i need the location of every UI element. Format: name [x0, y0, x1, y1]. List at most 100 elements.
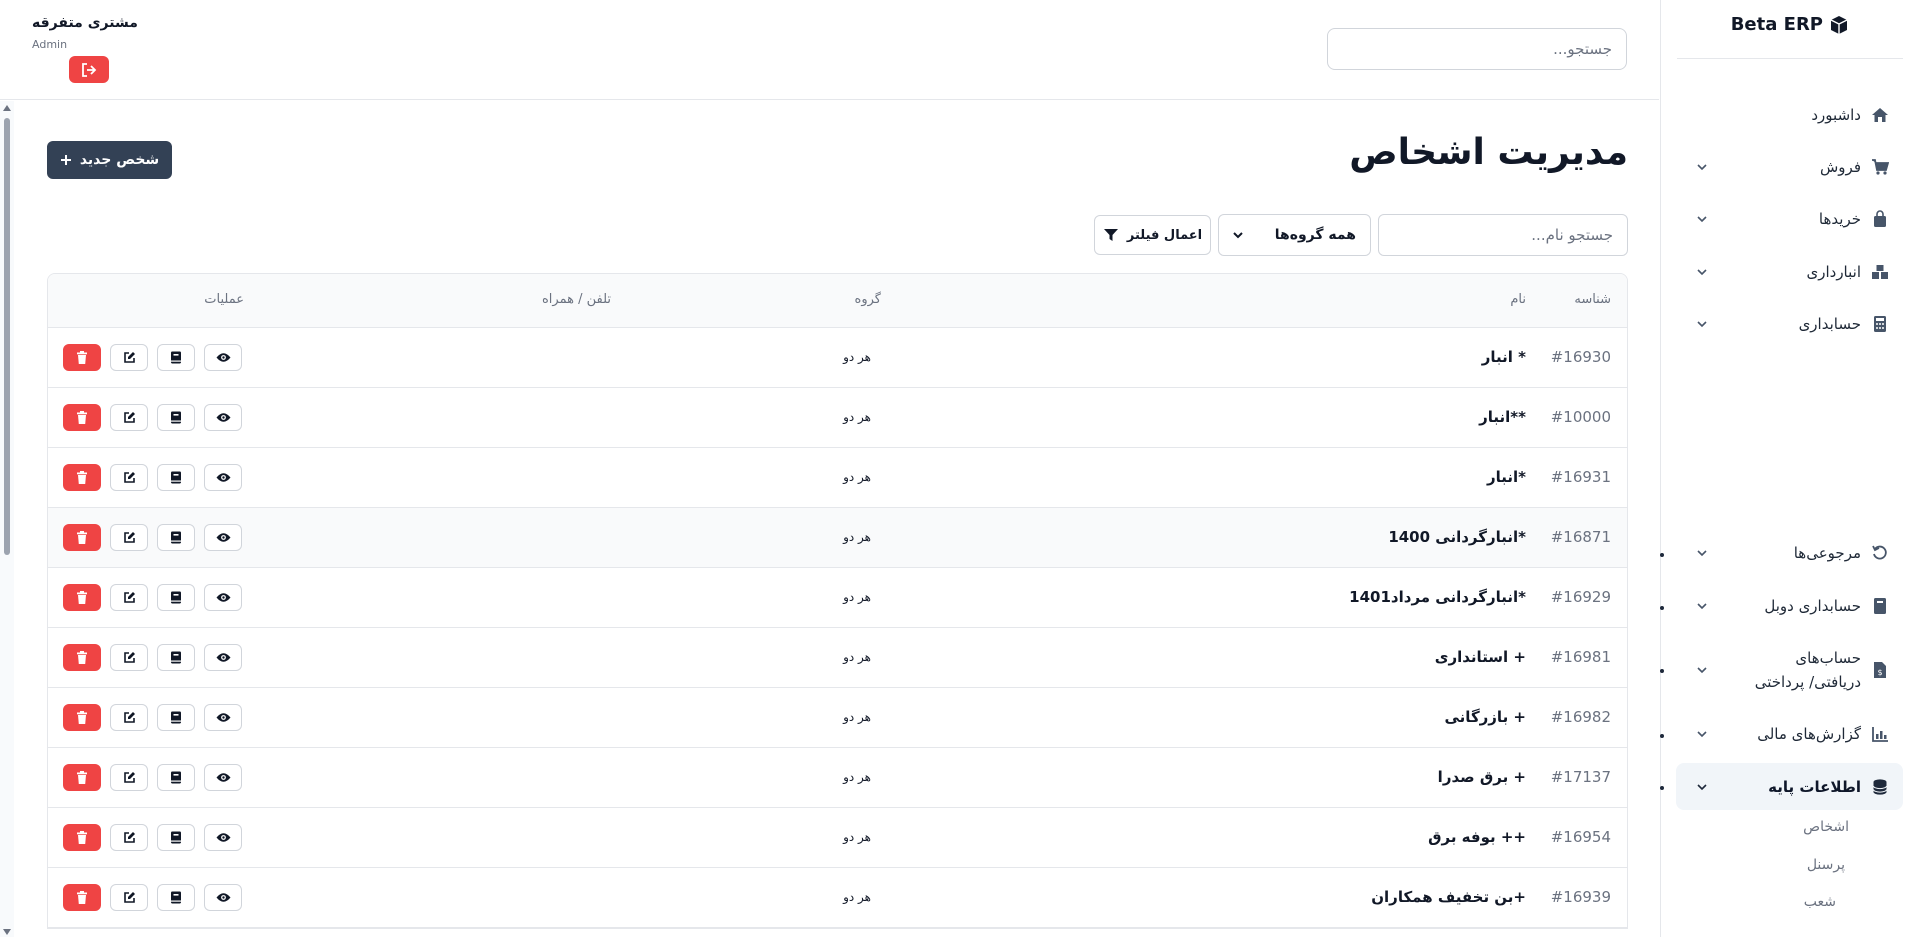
sidebar-item-receivables-payables[interactable]: $ حساب‌های دریافتی/ پرداختی [1676, 640, 1903, 700]
logout-button[interactable] [69, 56, 109, 83]
logout-icon [82, 62, 97, 77]
delete-button[interactable] [63, 884, 101, 911]
delete-button[interactable] [63, 464, 101, 491]
edit-button[interactable] [110, 584, 148, 611]
cell-name: + برق صدرا [1437, 768, 1526, 786]
ledger-button[interactable] [157, 344, 195, 371]
column-header-id[interactable]: شناسه [1574, 292, 1611, 307]
view-button[interactable] [204, 884, 242, 911]
table-row[interactable]: #16954 ++ بوفه برق هر دو [48, 808, 1627, 868]
scrollbar-thumb[interactable] [4, 118, 10, 555]
ledger-button[interactable] [157, 704, 195, 731]
table-row[interactable]: #16929 *انبارگردانی مرداد1401 هر دو [48, 568, 1627, 628]
table-row[interactable]: #16982 + بازرگانی هر دو [48, 688, 1627, 748]
cell-name: +بن تخفیف همکاران [1371, 888, 1526, 906]
scroll-down-arrow-icon[interactable] [3, 929, 11, 935]
view-button[interactable] [204, 524, 242, 551]
edit-button[interactable] [110, 884, 148, 911]
sidebar-item-double-entry[interactable]: حسابداری دوبل [1676, 584, 1903, 628]
delete-button[interactable] [63, 764, 101, 791]
delete-button[interactable] [63, 824, 101, 851]
edit-button[interactable] [110, 524, 148, 551]
view-button[interactable] [204, 644, 242, 671]
sidebar-subitem-personnel[interactable]: پرسنل [1807, 857, 1845, 873]
sidebar-subitem-persons[interactable]: اشخاص [1803, 819, 1849, 835]
column-header-phone[interactable]: تلفن / همراه [542, 292, 611, 307]
table-row[interactable]: #16931 *انبار هر دو [48, 448, 1627, 508]
sidebar-item-purchases[interactable]: خریدها [1676, 197, 1903, 241]
edit-button[interactable] [110, 464, 148, 491]
row-actions [63, 344, 242, 371]
table-row[interactable]: #10000 **انبار هر دو [48, 388, 1627, 448]
eye-icon [216, 653, 230, 662]
home-icon [1871, 106, 1889, 124]
vertical-scrollbar[interactable] [0, 101, 14, 937]
cell-group: هر دو [843, 590, 871, 604]
chevron-down-icon [1697, 731, 1707, 738]
ledger-button[interactable] [157, 884, 195, 911]
sidebar-item-warehouse[interactable]: انبارداری [1676, 250, 1903, 294]
brand-logo[interactable]: Beta ERP [1731, 14, 1849, 35]
ledger-button[interactable] [157, 824, 195, 851]
cube-icon [1830, 15, 1848, 34]
sidebar-item-dashboard[interactable]: داشبورد [1676, 93, 1903, 137]
apply-filter-button[interactable]: اعمال فیلتر [1094, 215, 1211, 255]
cart-icon [1871, 158, 1889, 176]
row-actions [63, 524, 242, 551]
delete-button[interactable] [63, 644, 101, 671]
view-button[interactable] [204, 584, 242, 611]
book-icon [171, 711, 181, 724]
sidebar-item-label: اطلاعات پایه [1768, 777, 1861, 796]
group-select[interactable]: همه گروه‌ها [1218, 214, 1371, 256]
table-row[interactable]: #16871 *انبارگردانی 1400 هر دو [48, 508, 1627, 568]
ledger-button[interactable] [157, 524, 195, 551]
delete-button[interactable] [63, 584, 101, 611]
ledger-button[interactable] [157, 764, 195, 791]
ledger-button[interactable] [157, 584, 195, 611]
cell-id: #16929 [1550, 588, 1611, 606]
edit-icon [123, 712, 135, 723]
cell-name: ++ بوفه برق [1428, 828, 1526, 846]
ledger-button[interactable] [157, 464, 195, 491]
edit-button[interactable] [110, 764, 148, 791]
view-button[interactable] [204, 464, 242, 491]
scroll-up-arrow-icon[interactable] [3, 105, 11, 111]
edit-button[interactable] [110, 344, 148, 371]
view-button[interactable] [204, 344, 242, 371]
table-row[interactable]: #16930 * انبار هر دو [48, 328, 1627, 388]
table-row[interactable]: #16981 + استانداری هر دو [48, 628, 1627, 688]
sidebar-item-financial-reports[interactable]: گزارش‌های مالی [1676, 712, 1903, 756]
column-header-group[interactable]: گروه [855, 292, 881, 307]
view-button[interactable] [204, 824, 242, 851]
table-row[interactable]: #16939 +بن تخفیف همکاران هر دو [48, 868, 1627, 928]
cell-name: * انبار [1481, 348, 1526, 366]
eye-icon [216, 533, 230, 542]
delete-button[interactable] [63, 344, 101, 371]
eye-icon [216, 353, 230, 362]
edit-button[interactable] [110, 644, 148, 671]
new-person-button[interactable]: شخص جدید [47, 141, 172, 179]
edit-button[interactable] [110, 404, 148, 431]
cell-id: #16939 [1550, 888, 1611, 906]
sidebar-item-returns[interactable]: مرجوعی‌ها [1676, 531, 1903, 575]
sidebar-item-accounting[interactable]: حسابداری [1676, 302, 1903, 346]
view-button[interactable] [204, 764, 242, 791]
table-row[interactable]: #17137 + برق صدرا هر دو [48, 748, 1627, 808]
name-search-input[interactable] [1378, 214, 1628, 256]
view-button[interactable] [204, 404, 242, 431]
sidebar-item-sales[interactable]: فروش [1676, 145, 1903, 189]
ledger-button[interactable] [157, 644, 195, 671]
delete-button[interactable] [63, 524, 101, 551]
cell-group: هر دو [843, 650, 871, 664]
delete-button[interactable] [63, 404, 101, 431]
global-search-input[interactable] [1327, 28, 1627, 70]
book-icon [1871, 597, 1889, 615]
sidebar-item-base-info[interactable]: اطلاعات پایه [1676, 763, 1903, 810]
edit-button[interactable] [110, 824, 148, 851]
view-button[interactable] [204, 704, 242, 731]
ledger-button[interactable] [157, 404, 195, 431]
delete-button[interactable] [63, 704, 101, 731]
column-header-name[interactable]: نام [1510, 292, 1526, 307]
edit-button[interactable] [110, 704, 148, 731]
sidebar-subitem-branches[interactable]: شعب [1804, 894, 1836, 910]
